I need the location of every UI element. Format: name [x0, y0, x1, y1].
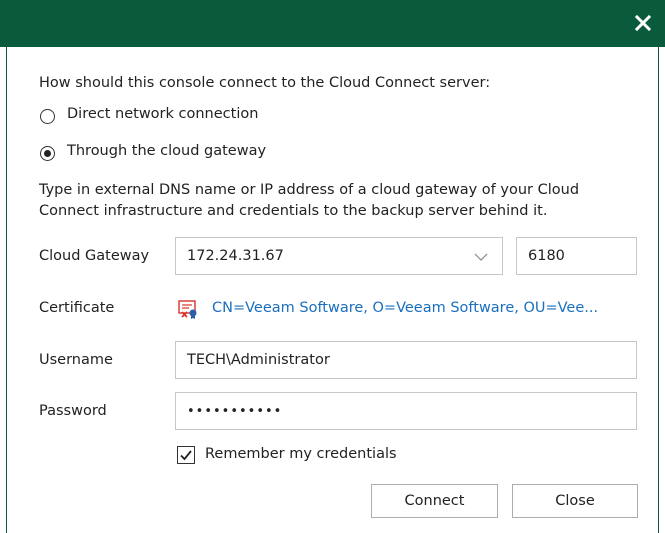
radio-cloud-gateway-label[interactable]: Through the cloud gateway: [67, 143, 266, 159]
description-line-1: Type in external DNS name or IP address …: [39, 182, 580, 198]
window-border-right: [658, 47, 659, 533]
close-button[interactable]: Close: [512, 484, 638, 518]
radio-direct-connection-label[interactable]: Direct network connection: [67, 106, 258, 122]
chevron-down-icon[interactable]: [474, 252, 488, 262]
radio-cloud-gateway[interactable]: [40, 146, 55, 161]
close-icon[interactable]: [631, 11, 655, 35]
remember-credentials-checkbox[interactable]: [177, 446, 195, 464]
radio-direct-connection[interactable]: [40, 109, 55, 124]
password-value: •••••••••••: [187, 404, 283, 419]
remember-credentials-label[interactable]: Remember my credentials: [205, 446, 397, 462]
cloud-gateway-label: Cloud Gateway: [39, 248, 150, 264]
certificate-label: Certificate: [39, 300, 115, 316]
password-label: Password: [39, 403, 107, 419]
port-input[interactable]: 6180: [516, 237, 637, 275]
port-value: 6180: [528, 248, 565, 264]
username-input[interactable]: TECH\Administrator: [175, 341, 637, 379]
password-input[interactable]: •••••••••••: [175, 392, 637, 430]
connect-button[interactable]: Connect: [371, 484, 498, 518]
certificate-link[interactable]: CN=Veeam Software, O=Veeam Software, OU=…: [212, 300, 598, 316]
connection-prompt: How should this console connect to the C…: [39, 75, 491, 91]
radio-selected-dot: [44, 150, 51, 157]
checkmark-icon: [180, 450, 192, 461]
username-value: TECH\Administrator: [187, 352, 330, 368]
description-line-2: Connect infrastructure and credentials t…: [39, 203, 548, 219]
username-label: Username: [39, 352, 113, 368]
certificate-error-icon[interactable]: [177, 298, 199, 320]
cloud-gateway-combobox[interactable]: 172.24.31.67: [175, 237, 503, 275]
window-border-left: [6, 47, 7, 533]
cloud-gateway-address: 172.24.31.67: [187, 248, 284, 264]
title-bar: [0, 0, 665, 47]
